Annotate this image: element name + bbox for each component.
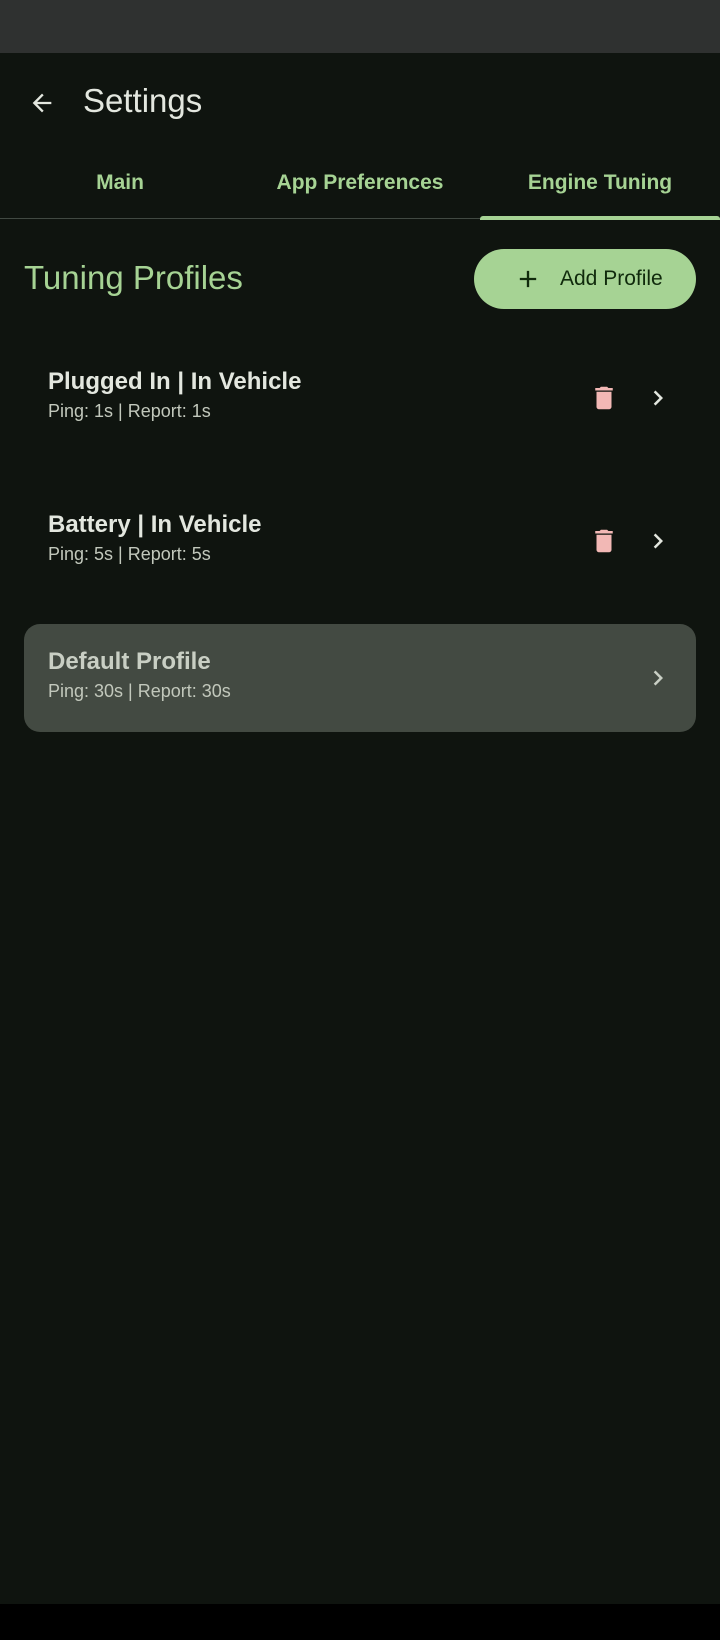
tab-main[interactable]: Main: [0, 147, 240, 219]
section-title: Tuning Profiles: [24, 259, 243, 296]
tab-bar: Main App Preferences Engine Tuning: [0, 147, 720, 220]
profile-details: Ping: 30s | Report: 30s: [48, 681, 231, 701]
page-title: Settings: [83, 82, 203, 119]
chevron-right-icon: [634, 654, 682, 702]
profile-name: Default Profile: [48, 648, 211, 675]
app-bar: Settings: [0, 53, 720, 147]
add-profile-button[interactable]: Add Profile: [474, 249, 696, 309]
trash-icon: [595, 386, 613, 410]
navigation-bar: [0, 1604, 720, 1640]
profile-item-default[interactable]: Default Profile Ping: 30s | Report: 30s: [24, 624, 696, 732]
add-profile-label: Add Profile: [560, 267, 663, 290]
status-bar: [0, 0, 720, 53]
profile-name: Battery | In Vehicle: [48, 511, 262, 538]
chevron-right-icon: [634, 374, 682, 422]
arrow-back-icon: [32, 93, 52, 113]
back-button[interactable]: [14, 75, 70, 131]
delete-profile-button[interactable]: [580, 517, 628, 565]
trash-icon: [595, 529, 613, 553]
profile-details: Ping: 5s | Report: 5s: [48, 544, 211, 564]
plus-icon: [514, 265, 542, 293]
chevron-right-icon: [634, 517, 682, 565]
profile-details: Ping: 1s | Report: 1s: [48, 401, 211, 421]
profile-item[interactable]: Battery | In Vehicle Ping: 5s | Report: …: [24, 487, 696, 595]
delete-profile-button[interactable]: [580, 374, 628, 422]
profile-name: Plugged In | In Vehicle: [48, 368, 302, 395]
profile-item[interactable]: Plugged In | In Vehicle Ping: 1s | Repor…: [24, 344, 696, 452]
tab-app-preferences[interactable]: App Preferences: [240, 147, 480, 219]
tab-engine-tuning[interactable]: Engine Tuning: [480, 147, 720, 220]
